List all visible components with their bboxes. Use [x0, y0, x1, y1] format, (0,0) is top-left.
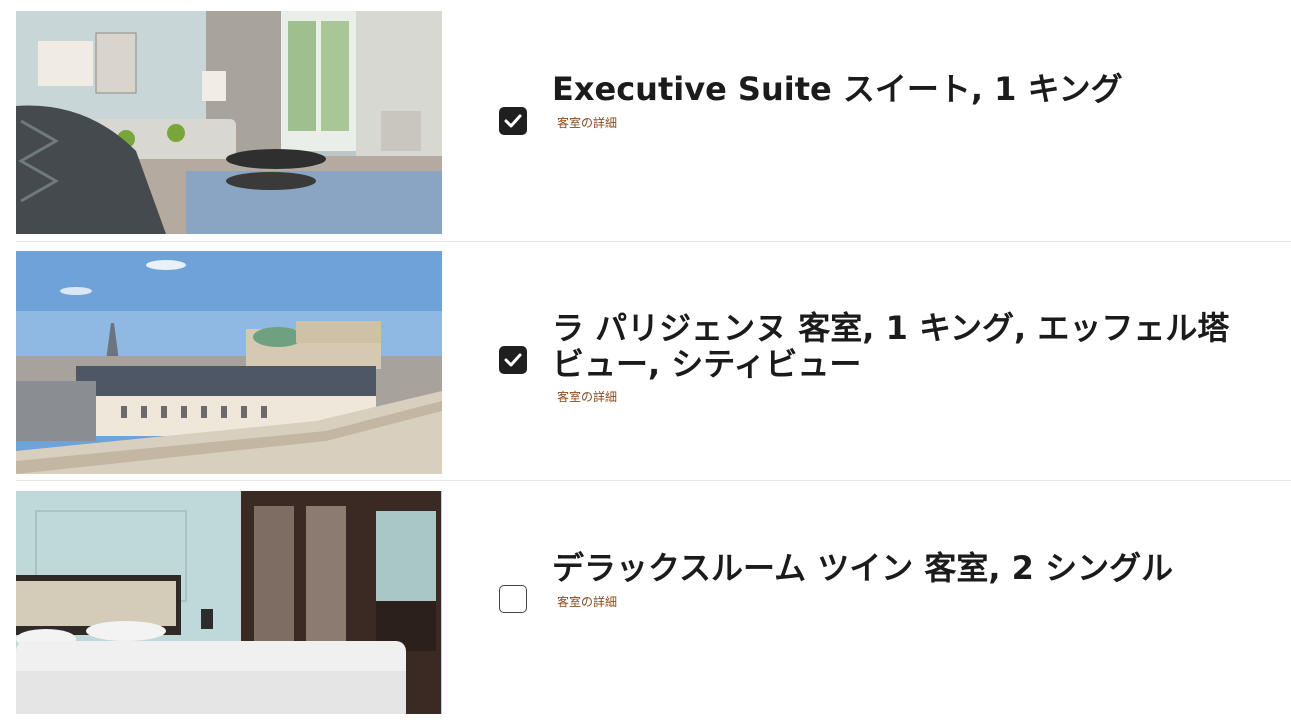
- room-card: ラ パリジェンヌ 客室, 1 キング, エッフェル塔ビュー, シティビュー 客室…: [0, 240, 1291, 480]
- room-select-checkbox[interactable]: [499, 107, 527, 135]
- room-title: デラックスルーム ツイン 客室, 2 シングル: [552, 549, 1174, 587]
- executive-suite-living-room-image: [16, 11, 442, 234]
- room-title: Executive Suite スイート, 1 キング: [552, 70, 1123, 108]
- room-title: ラ パリジェンヌ 客室, 1 キング, エッフェル塔ビュー, シティビュー: [552, 309, 1230, 383]
- room-photo[interactable]: [16, 251, 442, 474]
- room-photo[interactable]: [16, 11, 442, 234]
- room-list: Executive Suite スイート, 1 キング 客室の詳細 ラ パリジェ…: [0, 0, 1291, 719]
- room-details-link[interactable]: 客室の詳細: [557, 388, 617, 405]
- checkmark-icon: [504, 114, 522, 128]
- paris-rooftop-eiffel-view-image: [16, 251, 442, 474]
- room-card: Executive Suite スイート, 1 キング 客室の詳細: [0, 0, 1291, 240]
- room-photo[interactable]: [16, 491, 442, 714]
- checkmark-icon: [504, 353, 522, 367]
- room-select-checkbox[interactable]: [499, 585, 527, 613]
- deluxe-twin-bedroom-image: [16, 491, 442, 714]
- room-select-checkbox[interactable]: [499, 346, 527, 374]
- room-details-link[interactable]: 客室の詳細: [557, 114, 617, 131]
- room-card: デラックスルーム ツイン 客室, 2 シングル 客室の詳細: [0, 480, 1291, 720]
- room-details-link[interactable]: 客室の詳細: [557, 593, 617, 610]
